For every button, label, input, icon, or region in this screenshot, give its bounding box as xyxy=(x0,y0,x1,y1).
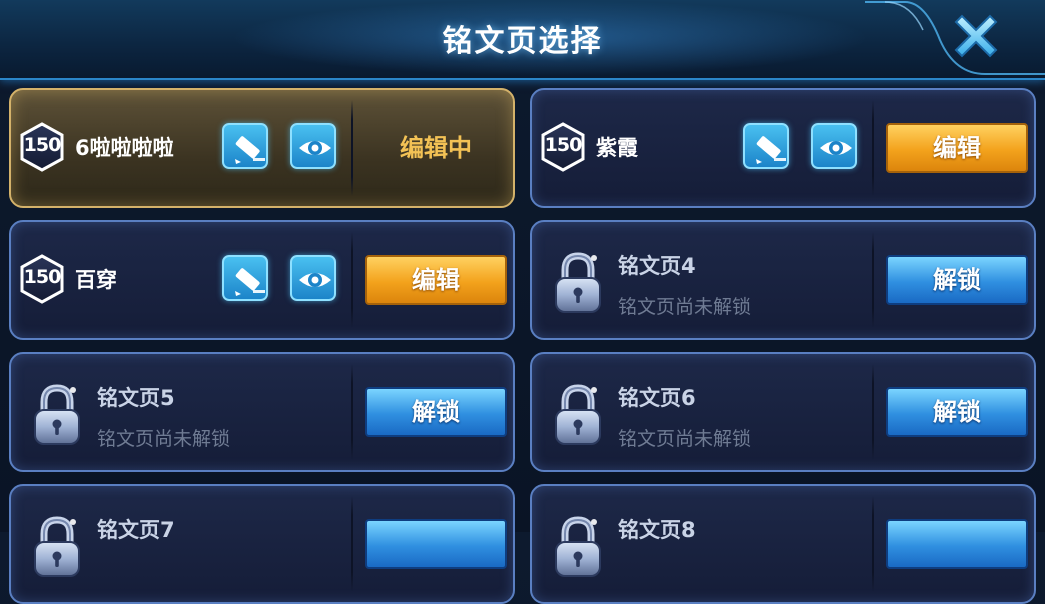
locked-page-card[interactable]: 铭文页5 铭文页尚未解锁 解锁 xyxy=(9,352,515,472)
eye-icon xyxy=(299,141,331,155)
close-icon[interactable] xyxy=(948,8,1004,64)
rune-page-card[interactable]: 150 紫霞 编辑 xyxy=(530,88,1036,208)
locked-page-card[interactable]: 铭文页4 铭文页尚未解锁 解锁 xyxy=(530,220,1036,340)
lock-icon xyxy=(27,512,87,580)
rename-button[interactable] xyxy=(743,123,789,169)
page-name: 铭文页5 xyxy=(97,386,175,410)
page-name: 铭文页7 xyxy=(97,518,175,542)
page-name: 铭文页8 xyxy=(618,518,696,542)
divider xyxy=(872,232,874,328)
divider xyxy=(351,232,353,328)
preview-button[interactable] xyxy=(290,255,336,301)
lock-icon xyxy=(548,248,608,316)
pencil-icon xyxy=(234,135,265,164)
eye-icon xyxy=(820,141,852,155)
rename-button[interactable] xyxy=(222,123,268,169)
rune-page-list: 150 6啦啦啦啦 编辑中 150 紫霞 编辑 150 百穿 编辑 铭文页4 铭… xyxy=(0,82,1045,604)
lock-icon xyxy=(548,380,608,448)
unlock-button[interactable]: 解锁 xyxy=(365,387,507,437)
divider xyxy=(351,100,353,196)
page-name: 紫霞 xyxy=(596,136,638,160)
rename-button[interactable] xyxy=(222,255,268,301)
locked-page-card[interactable]: 铭文页6 铭文页尚未解锁 解锁 xyxy=(530,352,1036,472)
unlock-button[interactable]: 解锁 xyxy=(886,387,1028,437)
divider xyxy=(872,100,874,196)
lock-icon xyxy=(548,512,608,580)
unlock-button[interactable] xyxy=(365,519,507,569)
edit-button[interactable]: 编辑 xyxy=(365,255,507,305)
eye-icon xyxy=(299,273,331,287)
divider xyxy=(872,364,874,460)
page-name: 百穿 xyxy=(75,268,117,292)
level-value: 150 xyxy=(23,134,62,156)
rune-page-card[interactable]: 150 百穿 编辑 xyxy=(9,220,515,340)
page-name: 铭文页4 xyxy=(618,254,696,278)
locked-hint: 铭文页尚未解锁 xyxy=(618,428,752,450)
divider xyxy=(351,364,353,460)
editing-status: 编辑中 xyxy=(400,134,472,162)
page-name: 铭文页6 xyxy=(618,386,696,410)
locked-page-card[interactable]: 铭文页8 xyxy=(530,484,1036,604)
title-bar: 铭文页选择 xyxy=(0,0,1045,80)
lock-icon xyxy=(27,380,87,448)
divider xyxy=(351,496,353,592)
preview-button[interactable] xyxy=(811,123,857,169)
level-value: 150 xyxy=(544,134,583,156)
locked-hint: 铭文页尚未解锁 xyxy=(618,296,752,318)
divider xyxy=(872,496,874,592)
rune-page-card[interactable]: 150 6啦啦啦啦 编辑中 xyxy=(9,88,515,208)
pencil-icon xyxy=(234,267,265,296)
locked-page-card[interactable]: 铭文页7 xyxy=(9,484,515,604)
unlock-button[interactable] xyxy=(886,519,1028,569)
preview-button[interactable] xyxy=(290,123,336,169)
locked-hint: 铭文页尚未解锁 xyxy=(97,428,231,450)
unlock-button[interactable]: 解锁 xyxy=(886,255,1028,305)
edit-button[interactable]: 编辑 xyxy=(886,123,1028,173)
level-value: 150 xyxy=(23,266,62,288)
page-name: 6啦啦啦啦 xyxy=(75,136,174,160)
pencil-icon xyxy=(755,135,786,164)
